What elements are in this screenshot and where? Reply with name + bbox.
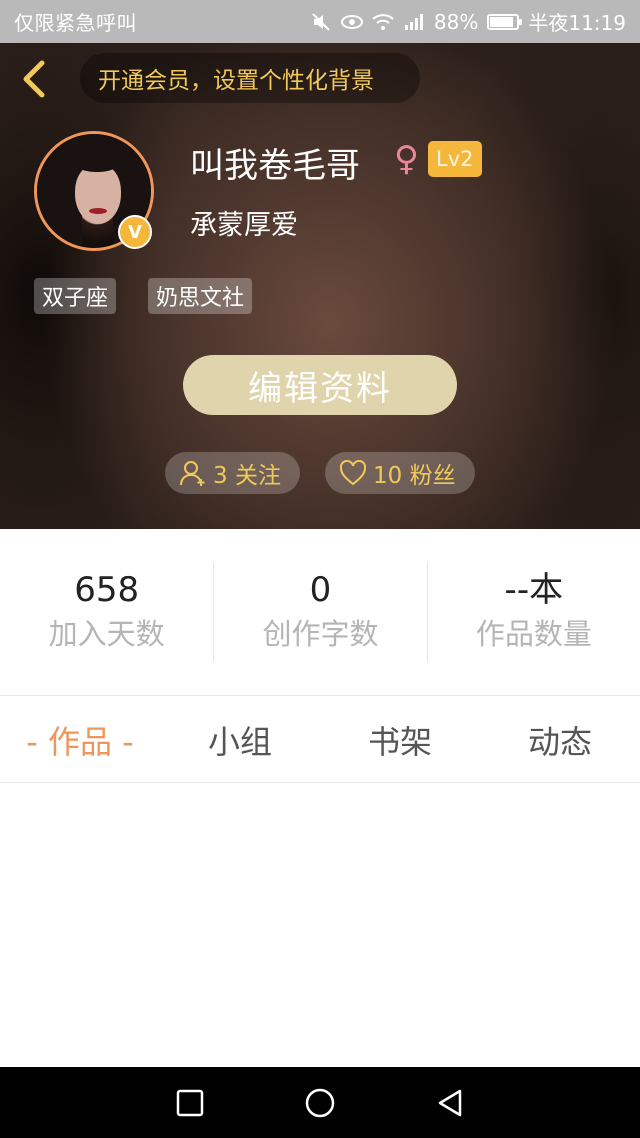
recents-button[interactable] [160, 1078, 220, 1128]
status-bar: 仅限紧急呼叫 88% 半夜11:19 [0, 0, 640, 43]
following-button[interactable]: 3 关注 [165, 452, 300, 494]
stat-value: --本 [504, 570, 564, 610]
tab-activity[interactable]: 动态 [480, 717, 640, 763]
stat-word-count: 0 创作字数 [213, 562, 426, 662]
female-icon: ♀ [394, 139, 419, 179]
clock: 半夜11:19 [528, 11, 626, 35]
signal-icon [403, 11, 425, 33]
stat-label: 创作字数 [262, 617, 379, 651]
user-subtitle: 承蒙厚爱 [190, 210, 298, 241]
following-label: 3 关注 [213, 463, 281, 489]
chevron-left-icon [23, 60, 45, 98]
user-icon [180, 461, 205, 486]
stat-value: 658 [74, 570, 140, 610]
carrier-text: 仅限紧急呼叫 [14, 11, 137, 35]
fans-label: 10 粉丝 [373, 463, 456, 489]
battery-fill [490, 16, 513, 27]
eye-icon [340, 11, 363, 33]
tab-bookshelf[interactable]: 书架 [320, 717, 480, 763]
battery-percent: 88% [433, 9, 479, 34]
username: 叫我卷毛哥 [190, 146, 360, 186]
circle-icon [305, 1088, 335, 1117]
stats-row: 658 加入天数 0 创作字数 --本 作品数量 [0, 529, 640, 696]
tab-works[interactable]: - 作品 - [0, 717, 160, 763]
home-button[interactable] [290, 1078, 350, 1128]
heart-icon [339, 460, 367, 486]
system-nav-bar [0, 1067, 640, 1138]
stat-works-count: --本 作品数量 [426, 562, 640, 662]
stat-value: 0 [309, 570, 332, 610]
wifi-icon [372, 11, 394, 33]
square-icon [176, 1089, 204, 1116]
stat-days-joined: 658 加入天数 [0, 562, 213, 662]
tag-zodiac[interactable]: 双子座 [34, 278, 117, 314]
profile-header: 开通会员，设置个性化背景 V 叫我卷毛哥 ♀ Lv2 承蒙厚爱 双子座 奶思文社… [0, 43, 640, 529]
triangle-left-icon [438, 1089, 462, 1116]
vip-banner[interactable]: 开通会员，设置个性化背景 [80, 53, 420, 103]
verified-badge: V [118, 215, 152, 249]
fans-button[interactable]: 10 粉丝 [325, 452, 475, 494]
battery-icon [487, 13, 523, 30]
stat-label: 作品数量 [475, 617, 592, 651]
tab-groups[interactable]: 小组 [160, 717, 320, 763]
stat-label: 加入天数 [48, 617, 165, 651]
status-icons: 88% 半夜11:19 [310, 7, 626, 36]
back-nav-button[interactable] [420, 1078, 480, 1128]
edit-profile-button[interactable]: 编辑资料 [183, 355, 457, 415]
level-badge: Lv2 [428, 141, 482, 177]
back-button[interactable] [14, 57, 54, 101]
mute-icon [310, 11, 332, 33]
tag-club[interactable]: 奶思文社 [148, 278, 253, 314]
profile-tabs: - 作品 - 小组 书架 动态 [0, 697, 640, 783]
